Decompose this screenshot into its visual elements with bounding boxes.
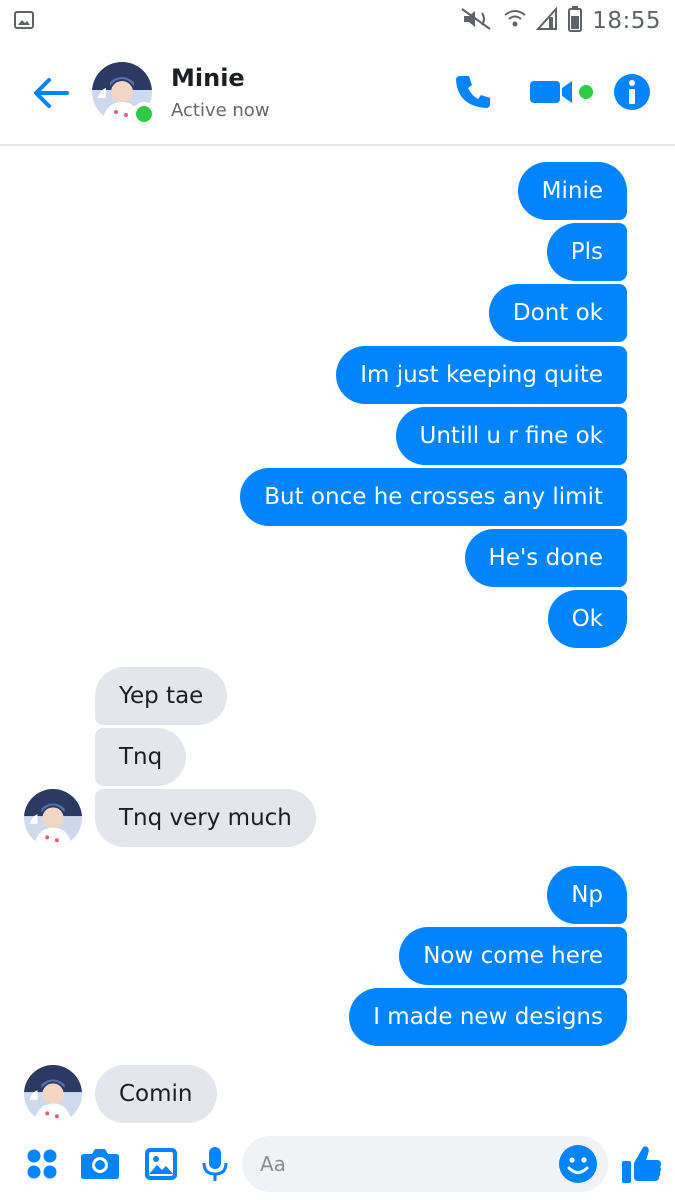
message-composer [0, 1130, 675, 1200]
wifi-icon [504, 8, 526, 34]
emoji-button[interactable] [558, 1144, 598, 1184]
outgoing-message[interactable]: Untill u r fine ok [395, 407, 627, 465]
contact-avatar[interactable] [92, 62, 156, 126]
outgoing-message[interactable]: Minie [517, 162, 627, 220]
online-indicator [132, 102, 156, 126]
conversation-header: Minie Active now [0, 42, 675, 146]
image-icon [145, 1148, 177, 1180]
contact-name[interactable]: Minie [171, 64, 245, 92]
incoming-message[interactable]: Tnq [95, 728, 187, 786]
outgoing-message[interactable]: Im just keeping quite [336, 346, 627, 404]
message-thread[interactable]: Minie Pls Dont ok Im just keeping quite … [0, 148, 675, 1128]
status-icons: 18:55 [460, 6, 661, 36]
signal-icon [535, 6, 558, 35]
camera-icon [81, 1149, 119, 1179]
battery-icon [568, 6, 583, 36]
emoji-icon [559, 1145, 597, 1183]
outgoing-message[interactable]: Dont ok [488, 284, 627, 342]
incoming-message[interactable]: Tnq very much [95, 789, 316, 847]
phone-icon [456, 76, 490, 108]
mute-icon [460, 7, 494, 35]
active-status: Active now [171, 100, 270, 121]
outgoing-message[interactable]: Pls [546, 223, 627, 281]
gallery-notification-icon [14, 10, 34, 30]
apps-grid-icon [27, 1149, 57, 1179]
message-input-box[interactable] [242, 1136, 608, 1192]
status-bar: 18:55 [0, 0, 675, 42]
incoming-message[interactable]: Yep tae [95, 667, 228, 725]
outgoing-message[interactable]: Ok [547, 590, 627, 648]
like-button[interactable] [620, 1142, 664, 1186]
outgoing-message[interactable]: Np [547, 866, 627, 924]
sender-avatar[interactable] [24, 1065, 82, 1123]
more-actions-button[interactable] [22, 1144, 62, 1184]
info-icon [614, 74, 650, 110]
voice-message-button[interactable] [195, 1144, 235, 1184]
thumbs-up-icon [622, 1146, 661, 1183]
back-button[interactable] [28, 70, 74, 116]
sender-avatar[interactable] [24, 789, 82, 847]
video-call-button[interactable] [528, 68, 598, 116]
message-input[interactable] [260, 1148, 540, 1180]
outgoing-message[interactable]: He's done [464, 529, 627, 587]
outgoing-message[interactable]: But once he crosses any limit [240, 468, 627, 526]
camera-button[interactable] [80, 1144, 120, 1184]
clock: 18:55 [592, 8, 661, 34]
video-camera-icon [530, 81, 593, 103]
incoming-message[interactable]: Comin [95, 1065, 217, 1123]
microphone-icon [202, 1147, 228, 1181]
gallery-button[interactable] [141, 1144, 181, 1184]
voice-call-button[interactable] [450, 68, 498, 116]
info-button[interactable] [608, 68, 656, 116]
outgoing-message[interactable]: Now come here [399, 927, 627, 985]
outgoing-message[interactable]: I made new designs [349, 988, 627, 1046]
back-arrow-icon [34, 78, 69, 108]
